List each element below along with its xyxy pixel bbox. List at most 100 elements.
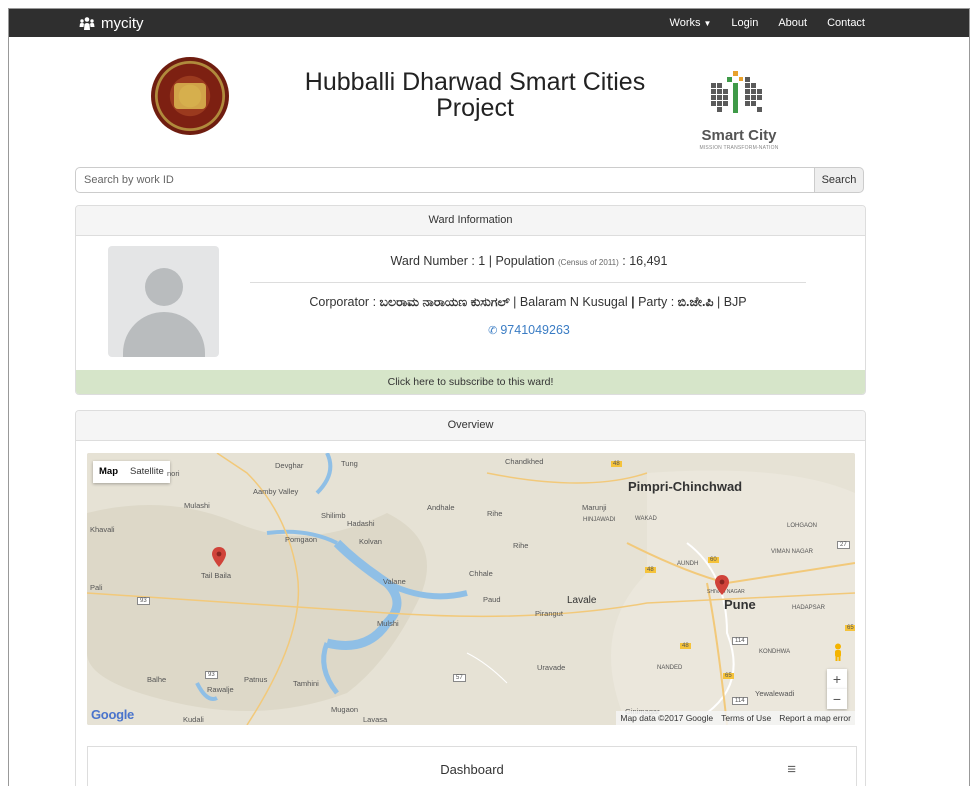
map-label: Hadashi: [347, 519, 375, 528]
map-label: Kolvan: [359, 537, 382, 546]
map-label: Devghar: [275, 461, 304, 470]
map-label: AUNDH: [677, 561, 699, 567]
map-label: Uravade: [537, 663, 566, 672]
overview-panel-heading: Overview: [76, 411, 865, 441]
smart-city-text: Smart City: [701, 127, 777, 144]
road-shield: 114: [732, 637, 748, 645]
zoom-out-button[interactable]: −: [827, 689, 847, 709]
map-label: Chandkhed: [505, 457, 544, 466]
map-label: Paud: [483, 595, 501, 604]
brand-name: mycity: [101, 15, 144, 32]
corporator-line: Corporator : ಬಲರಾಮ ನಾರಾಯಣ ಕುಸುಗಲ್ | Bala…: [226, 295, 830, 310]
report-map-error-link[interactable]: Report a map error: [779, 711, 851, 725]
map-label: Pali: [90, 583, 103, 592]
pegman-icon[interactable]: [831, 643, 845, 661]
divider: [250, 282, 806, 283]
map-attribution: Map data ©2017 Google Terms of Use Repor…: [616, 711, 855, 725]
search-bar: Search: [75, 167, 864, 193]
map-label: Patnus: [244, 675, 268, 684]
brand-link[interactable]: mycity: [79, 15, 144, 32]
population-value: 16,491: [629, 254, 668, 268]
corporator-name-kannada: ಬಲರಾಮ ನಾರಾಯಣ ಕುಸುಗಲ್: [379, 295, 510, 309]
road-shield: 65: [723, 673, 734, 679]
map-label: Lavale: [567, 595, 597, 606]
map-label-pune: Pune: [724, 597, 756, 612]
road-shield: 48: [645, 567, 656, 573]
corporation-seal-logo: [151, 57, 229, 135]
navbar: mycity Works ▼ Login About Contact: [9, 9, 969, 37]
page-title: Hubballi Dharwad Smart Cities Project: [304, 68, 646, 122]
road-shield: 60: [708, 557, 719, 563]
dashboard-chart: Dashboard ≡: [87, 746, 857, 786]
corporator-label: Corporator :: [309, 295, 380, 309]
nav-works-label: Works: [669, 17, 701, 29]
nav-about-link[interactable]: About: [778, 17, 807, 29]
road-shield: 57: [453, 674, 466, 682]
nav-works-dropdown[interactable]: Works ▼: [670, 17, 712, 29]
road-shield: 48: [680, 643, 691, 649]
road-shield: 93: [205, 671, 218, 679]
map-label: Khavali: [90, 525, 115, 534]
people-icon: [79, 16, 95, 30]
separator: |: [627, 295, 639, 309]
map-label: Balhe: [147, 675, 167, 684]
ward-number-label: Ward Number :: [390, 254, 479, 268]
nav-login-link[interactable]: Login: [731, 17, 758, 29]
map-label: Kudali: [183, 715, 204, 724]
nav-contact-link[interactable]: Contact: [827, 17, 865, 29]
map-data-text: Map data ©2017 Google: [620, 713, 714, 723]
map-label: Chhale: [469, 569, 493, 578]
population-separator: :: [618, 254, 630, 268]
hamburger-menu-icon[interactable]: ≡: [787, 761, 796, 778]
ward-summary: Ward Number : 1 | Population (Census of …: [249, 254, 809, 268]
overview-panel: Overview Map Satellite nori Devghar Tung…: [75, 410, 866, 786]
road-shield: 114: [732, 697, 748, 705]
map-label-pimpri: Pimpri-Chinchwad: [628, 479, 743, 494]
census-note: (Census of 2011): [558, 258, 619, 267]
map-label: Lavasa: [363, 715, 388, 724]
zoom-in-button[interactable]: +: [827, 669, 847, 689]
separator: |: [485, 254, 496, 268]
map-label: Marunji: [582, 503, 607, 512]
road-shield: 27: [837, 541, 850, 549]
terms-of-use-link[interactable]: Terms of Use: [721, 711, 771, 725]
google-map[interactable]: Map Satellite nori Devghar Tung Chandkhe…: [87, 453, 855, 725]
road-shield: 93: [137, 597, 150, 605]
map-type-map-button[interactable]: Map: [93, 461, 124, 483]
map-label: Pirangut: [535, 609, 563, 618]
phone-number: 9741049263: [500, 323, 570, 337]
map-label: Tung: [341, 459, 358, 468]
phone-link[interactable]: ✆ 9741049263: [249, 323, 809, 337]
search-input[interactable]: [75, 167, 815, 193]
caret-down-icon: ▼: [703, 19, 712, 28]
map-label: Tamhini: [293, 679, 319, 688]
party-label: Party :: [638, 295, 678, 309]
map-marker-icon[interactable]: [212, 547, 226, 567]
nav-links: Works ▼ Login About Contact: [670, 9, 865, 37]
map-label: Mugaon: [331, 705, 359, 714]
map-label: Mulshi: [377, 619, 399, 628]
road-shield: 48: [611, 461, 622, 467]
map-type-satellite-button[interactable]: Satellite: [124, 461, 170, 483]
map-label: Mulashi: [184, 501, 210, 510]
separator: |: [509, 295, 520, 309]
page-header: Hubballi Dharwad Smart Cities Project Sm…: [9, 37, 969, 165]
separator: |: [713, 295, 724, 309]
smart-city-tagline: MISSION TRANSFORM-NATION: [699, 145, 779, 151]
google-logo: Google: [91, 707, 134, 722]
dashboard-title: Dashboard: [440, 762, 504, 777]
population-label: Population: [495, 254, 559, 268]
map-label: Rihe: [513, 541, 529, 550]
subscribe-ward-button[interactable]: Click here to subscribe to this ward!: [76, 370, 865, 394]
map-marker-icon[interactable]: [715, 575, 729, 595]
ward-panel-heading: Ward Information: [76, 206, 865, 236]
map-label: nori: [167, 469, 180, 478]
map-label: Yewalewadi: [755, 689, 795, 698]
map-label: WAKAD: [635, 516, 657, 522]
map-label: KONDHWA: [759, 649, 791, 655]
ward-information-panel: Ward Information Ward Number : 1 | Popul…: [75, 205, 866, 395]
search-button[interactable]: Search: [815, 167, 864, 193]
corporator-name-english: Balaram N Kusugal: [519, 295, 628, 309]
map-label: HADAPSAR: [792, 605, 826, 611]
road-shield: 65: [845, 625, 855, 631]
